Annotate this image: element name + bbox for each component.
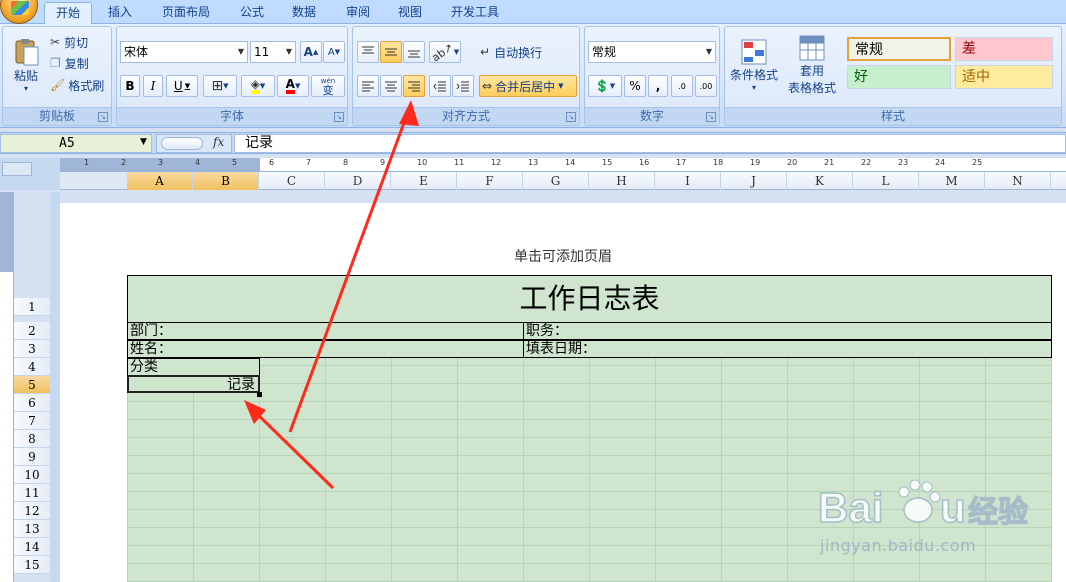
arrow-to-merge-button	[288, 100, 419, 433]
paw-icon	[898, 479, 941, 523]
svg-text:u: u	[940, 484, 966, 531]
watermark-url: jingyan.baidu.com	[820, 536, 977, 555]
baidu-jingyan-logo: Bai u 经验	[818, 479, 1029, 532]
arrow-to-record-cell	[244, 400, 335, 490]
svg-text:经验: 经验	[968, 495, 1028, 530]
svg-text:Bai: Bai	[818, 484, 883, 531]
